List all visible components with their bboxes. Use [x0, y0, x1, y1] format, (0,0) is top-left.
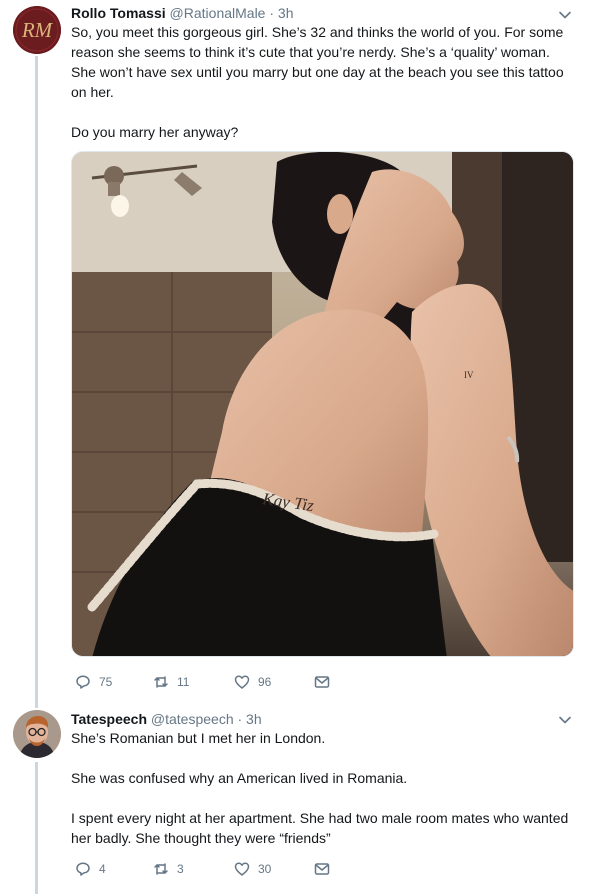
reply-icon [76, 675, 90, 689]
timestamp[interactable]: · 3h [269, 5, 293, 21]
tweet-header: Tatespeech @tatespeech · 3h [71, 710, 262, 728]
reply-action[interactable]: 4 [75, 859, 106, 879]
like-action[interactable]: 96 [234, 672, 271, 692]
reply-icon [76, 862, 90, 876]
tweet-text: She’s Romanian but I met her in London. … [71, 728, 571, 868]
reply-action[interactable]: 75 [75, 672, 112, 692]
direct-message-action[interactable] [314, 859, 330, 879]
heart-icon [234, 675, 250, 689]
direct-message-action[interactable] [314, 672, 330, 692]
display-name[interactable]: Rollo Tomassi [71, 5, 166, 21]
tweet-text: So, you meet this gorgeous girl. She’s 3… [71, 22, 571, 162]
tweet-paragraph: Do you marry her anyway? [71, 124, 239, 140]
chevron-down-icon[interactable] [558, 8, 572, 22]
retweet-action[interactable]: 11 [153, 672, 189, 692]
user-handle[interactable]: @RationalMale [170, 5, 266, 21]
thread-line [35, 762, 38, 894]
tweet-paragraph: So, you meet this gorgeous girl. She’s 3… [71, 24, 564, 100]
tweet-actions: 4 3 30 [71, 859, 371, 879]
like-count: 96 [258, 675, 272, 689]
like-count: 30 [258, 862, 272, 876]
tweet-header: Rollo Tomassi @RationalMale · 3h [71, 4, 293, 22]
retweet-action[interactable]: 3 [153, 859, 184, 879]
reply-count: 4 [99, 862, 106, 876]
heart-icon [234, 862, 250, 876]
tweet-actions: 75 11 96 [71, 672, 371, 692]
tweet-paragraph: I spent every night at her apartment. Sh… [71, 810, 569, 846]
retweet-count: 3 [177, 862, 184, 876]
tweet-paragraph: She was confused why an American lived i… [71, 770, 408, 786]
tweet-paragraph: She’s Romanian but I met her in London. [71, 730, 326, 746]
avatar-monogram: RM [21, 18, 54, 42]
reply-count: 75 [99, 675, 113, 689]
retweet-icon [154, 676, 168, 688]
timestamp[interactable]: · 3h [238, 711, 262, 727]
thread-line [35, 56, 38, 700]
like-action[interactable]: 30 [234, 859, 271, 879]
tweet-photo[interactable]: Kay Tiz IV [71, 151, 574, 657]
tweet[interactable]: Tatespeech @tatespeech · 3h She’s Romani… [0, 700, 610, 894]
chevron-down-icon[interactable] [558, 713, 572, 727]
user-handle[interactable]: @tatespeech [151, 711, 234, 727]
retweet-icon [154, 863, 168, 875]
envelope-icon [314, 863, 330, 875]
retweet-count: 11 [177, 675, 190, 689]
wrist-tattoo-text: IV [464, 370, 474, 380]
display-name[interactable]: Tatespeech [71, 711, 147, 727]
avatar[interactable] [13, 710, 61, 758]
tweet[interactable]: RM Rollo Tomassi @RationalMale · 3h So, … [0, 0, 610, 700]
thread-line [35, 700, 38, 708]
avatar[interactable]: RM [13, 6, 61, 54]
envelope-icon [314, 676, 330, 688]
